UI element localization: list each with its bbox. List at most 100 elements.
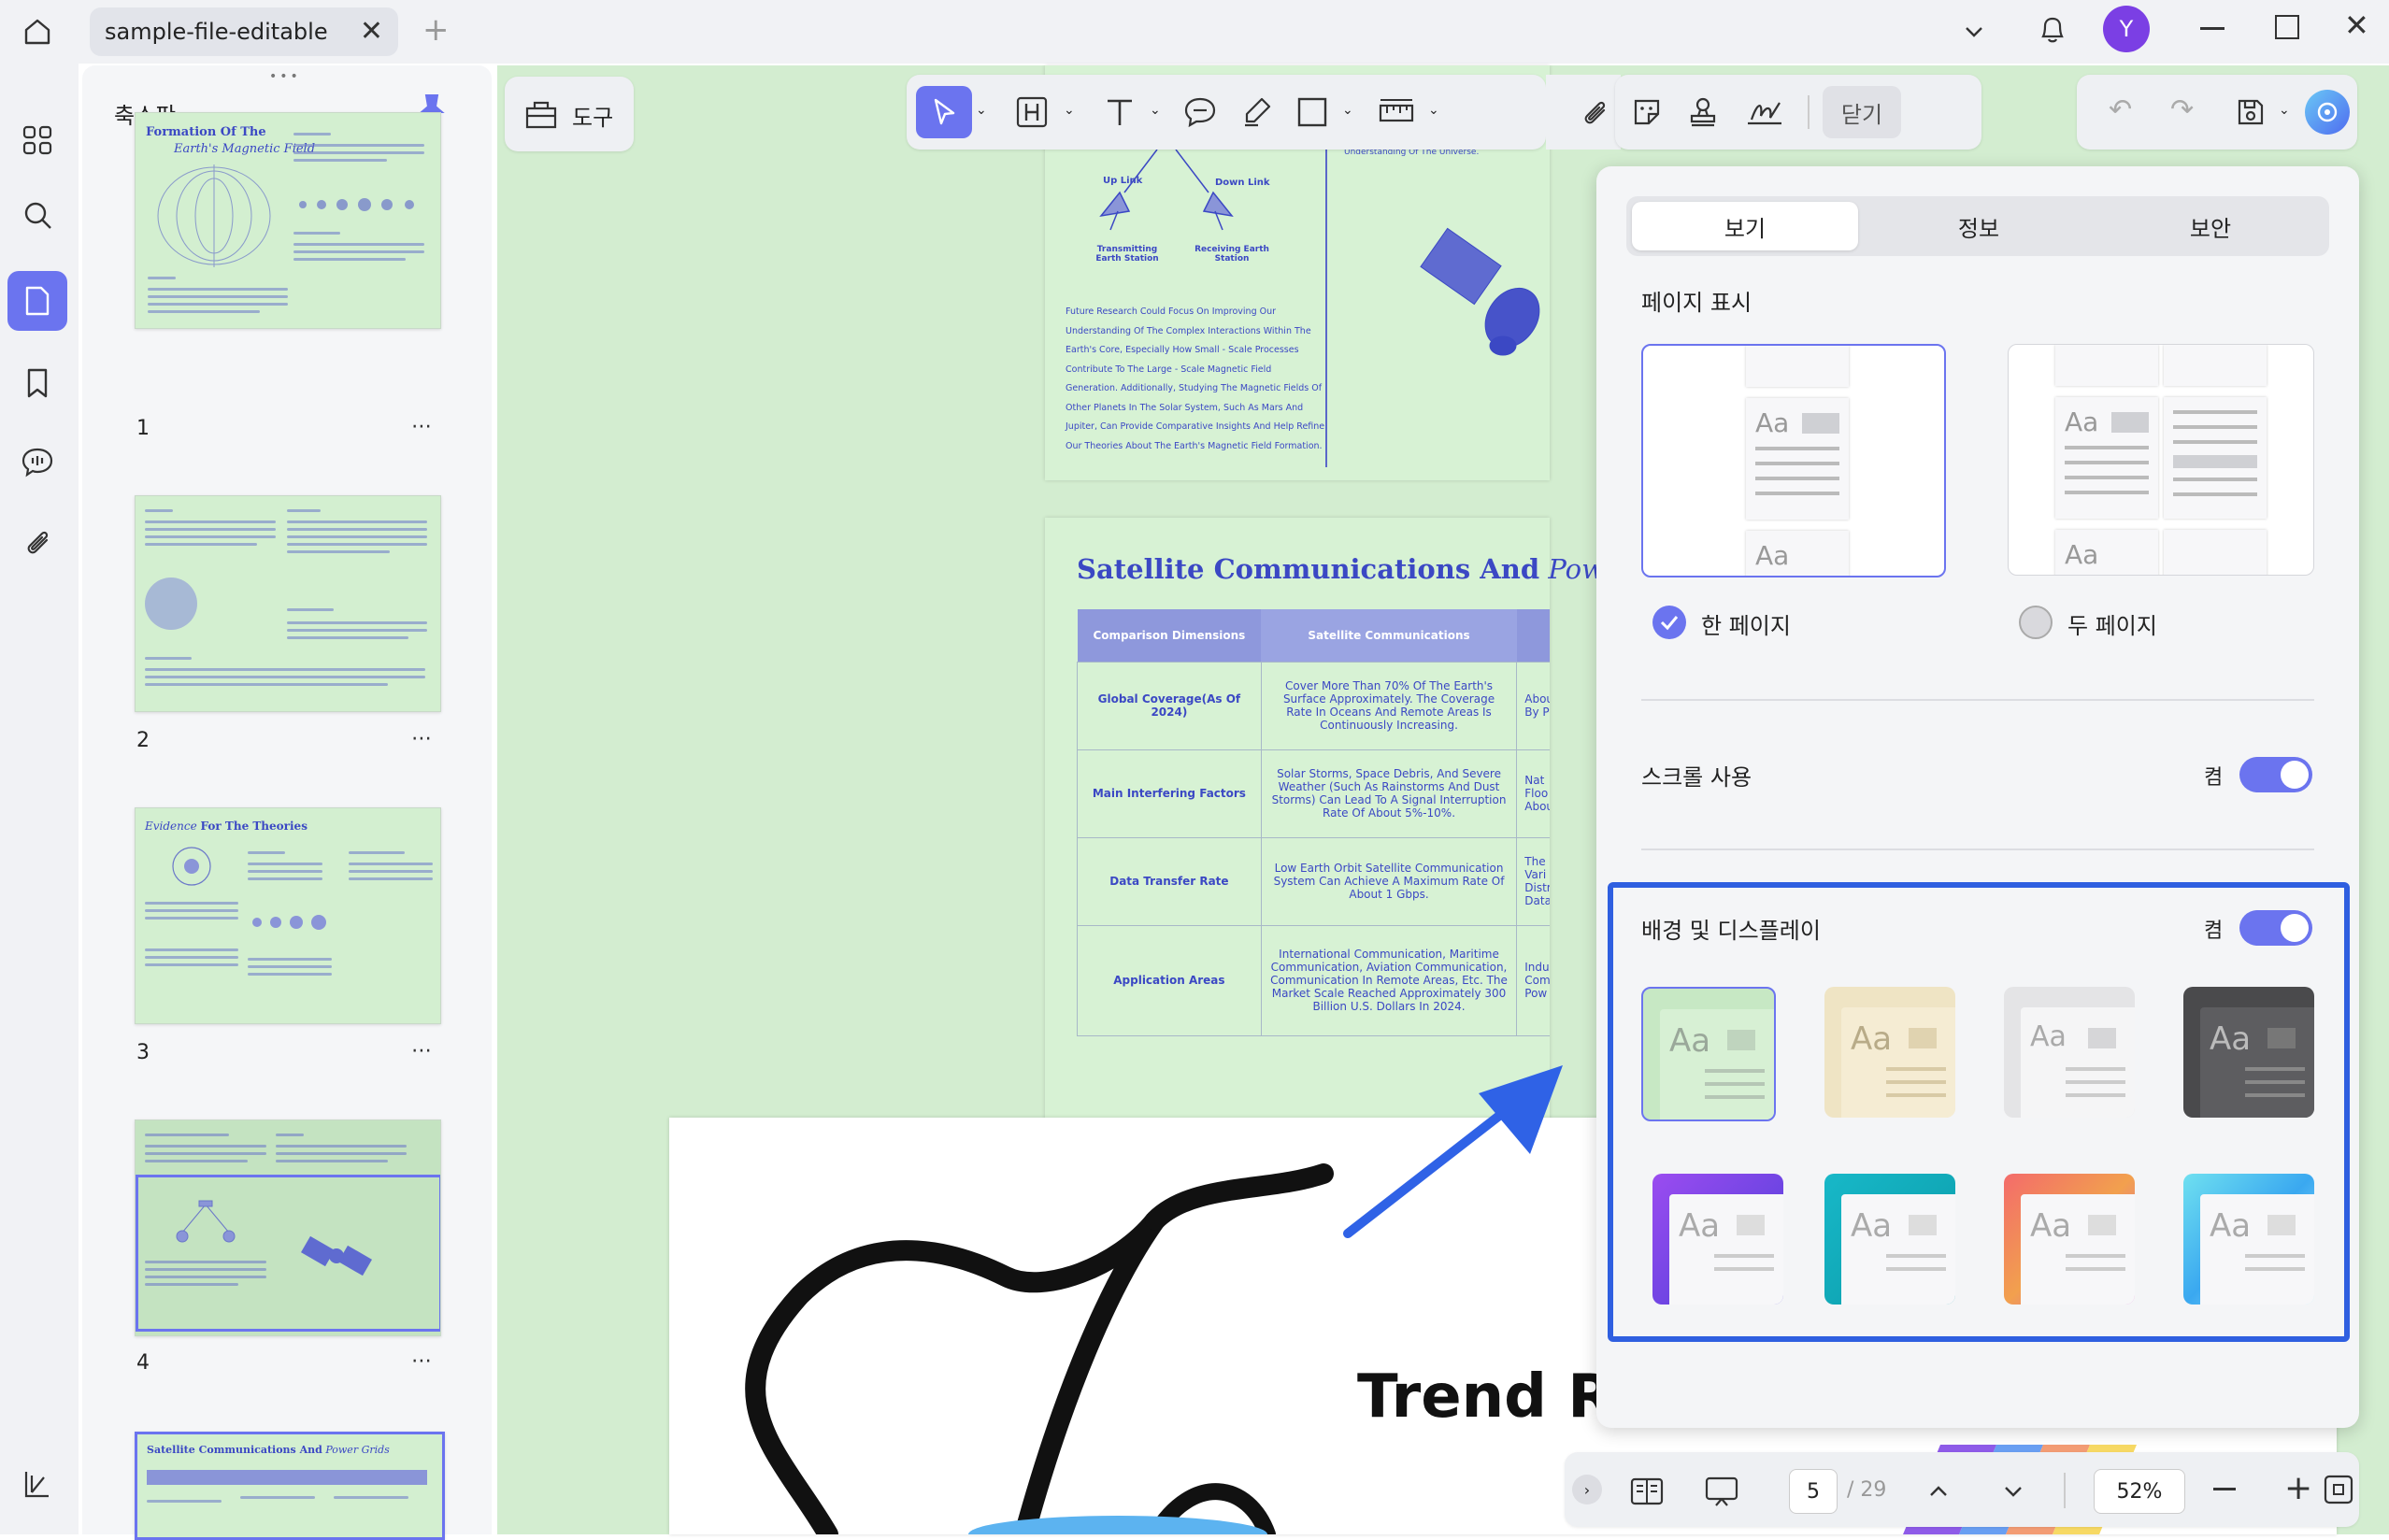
library-icon[interactable] — [7, 1454, 67, 1514]
thumbnail-number: 3 — [136, 1041, 150, 1064]
chevron-down-icon[interactable]: ⌄ — [976, 103, 987, 118]
single-page-radio[interactable] — [1652, 606, 1686, 639]
background-state: 켬 — [2204, 920, 2224, 943]
chevron-down-icon[interactable] — [1955, 13, 1993, 50]
chevron-down-icon[interactable]: ⌄ — [1150, 103, 1161, 118]
rectangle-tool-icon[interactable] — [1290, 90, 1335, 135]
signature-icon[interactable] — [1740, 90, 1789, 135]
ai-assistant-icon[interactable] — [2305, 90, 2350, 135]
text-tool-icon[interactable] — [1097, 90, 1142, 135]
save-icon[interactable] — [2230, 92, 2271, 133]
theme-sample: Aa — [1851, 1020, 1893, 1058]
paperclip-icon[interactable] — [1572, 90, 1617, 135]
satellite-link-diagram — [1099, 136, 1234, 231]
search-icon[interactable] — [7, 185, 67, 245]
chevron-down-icon[interactable]: ⌄ — [1428, 103, 1439, 118]
comment-icon[interactable] — [7, 432, 67, 492]
table-cell: International Communication, Maritime Co… — [1260, 924, 1518, 1036]
redo-icon[interactable]: ↷ — [2170, 93, 2194, 126]
home-icon[interactable] — [13, 7, 62, 56]
chevron-right-icon[interactable]: › — [1572, 1475, 1602, 1504]
close-toolbar-button[interactable]: 닫기 — [1823, 86, 1901, 138]
page-display-title: 페이지 표시 — [1641, 290, 1752, 316]
maximize-icon[interactable] — [2275, 15, 2299, 39]
zoom-input[interactable]: 52% — [2094, 1469, 2185, 1514]
heading-tool-icon[interactable] — [1009, 90, 1054, 135]
theme-purple[interactable]: Aa — [1652, 1174, 1783, 1305]
theme-dark[interactable]: Aa — [2183, 987, 2314, 1118]
thumbnail-page-4[interactable] — [135, 1119, 441, 1336]
tools-button[interactable]: 도구 — [505, 77, 634, 151]
thumbnail-heading-italic: Power Grids — [325, 1444, 390, 1456]
tab-title: sample-file-editable — [105, 19, 328, 45]
tab-info[interactable]: 정보 — [1866, 202, 2092, 250]
tab-security[interactable]: 보안 — [2097, 202, 2324, 250]
two-page-radio[interactable] — [2019, 606, 2053, 639]
measure-tool-icon[interactable] — [1374, 90, 1419, 135]
theme-sample: Aa — [1851, 1207, 1893, 1245]
scroll-label: 스크롤 사용 — [1641, 764, 1752, 791]
table-row: Application Areas International Communic… — [1077, 924, 1550, 1036]
undo-icon[interactable]: ↶ — [2109, 93, 2132, 126]
title-bar: sample-file-editable ✕ + Y ✕ — [0, 0, 2389, 64]
new-tab-icon[interactable]: + — [422, 11, 450, 49]
select-tool-icon[interactable] — [916, 86, 972, 138]
thumbnail-more-icon[interactable]: ⋯ — [411, 1039, 434, 1062]
thumbnail-more-icon[interactable]: ⋯ — [411, 1349, 434, 1373]
chevron-down-icon[interactable]: ⌄ — [2279, 103, 2290, 118]
chevron-up-icon[interactable] — [1918, 1471, 1959, 1512]
table-row: Data Transfer Rate Low Earth Orbit Satel… — [1077, 836, 1550, 926]
two-page-label: 두 페이지 — [2067, 613, 2157, 639]
apps-icon[interactable] — [7, 110, 67, 170]
chevron-down-icon[interactable]: ⌄ — [1342, 103, 1353, 118]
theme-teal[interactable]: Aa — [1824, 1174, 1955, 1305]
page4-body-text: Future Research Could Focus On Improving… — [1066, 307, 1325, 451]
thumbnail-number: 2 — [136, 729, 150, 752]
scroll-toggle[interactable] — [2239, 757, 2312, 792]
single-page-option[interactable]: Aa Aa — [1641, 344, 1946, 578]
bell-icon[interactable] — [2032, 9, 2073, 50]
table-cell: Solar Storms, Space Debris, And Severe W… — [1260, 749, 1518, 838]
theme-light-gray[interactable]: Aa — [2004, 987, 2135, 1118]
stamp-icon[interactable] — [1681, 90, 1725, 135]
attachment-icon[interactable] — [7, 512, 67, 572]
table-cell: The I Vari Distrib Data — [1516, 836, 1550, 926]
drag-handle[interactable]: ••• — [269, 69, 301, 84]
thumbnail-heading-italic: Evidence — [145, 820, 197, 833]
theme-sky[interactable]: Aa — [2183, 1174, 2314, 1305]
zoom-out-icon[interactable] — [2213, 1488, 2236, 1490]
document-tab[interactable]: sample-file-editable ✕ — [90, 7, 398, 56]
table-cell: Low Earth Orbit Satellite Communication … — [1260, 836, 1518, 926]
background-toggle[interactable] — [2239, 910, 2312, 946]
theme-green[interactable]: Aa — [1641, 987, 1776, 1121]
theme-sample: Aa — [1679, 1207, 1721, 1245]
sticker-icon[interactable] — [1624, 90, 1669, 135]
fit-page-icon[interactable] — [2320, 1471, 2357, 1508]
thumbnail-1-content: Formation Of The Earth's Magnetic Field — [135, 112, 439, 327]
minimize-icon[interactable] — [2200, 27, 2224, 30]
highlighter-icon[interactable] — [1234, 90, 1279, 135]
zoom-in-icon[interactable]: + — [2284, 1469, 2312, 1507]
tab-view[interactable]: 보기 — [1632, 202, 1858, 250]
section-divider — [1641, 699, 2314, 701]
theme-beige[interactable]: Aa — [1824, 987, 1955, 1118]
thumbnails-icon[interactable] — [7, 271, 67, 331]
theme-sunset[interactable]: Aa — [2004, 1174, 2135, 1305]
close-tab-icon[interactable]: ✕ — [360, 15, 383, 48]
presentation-icon[interactable] — [1701, 1471, 1742, 1512]
bookmark-icon[interactable] — [7, 353, 67, 413]
two-page-option[interactable]: Aa Aa — [2008, 344, 2314, 576]
page-layout-icon[interactable] — [1626, 1471, 1667, 1512]
current-page-input[interactable]: 5 — [1789, 1469, 1838, 1514]
thumbnail-page-5[interactable]: Satellite Communications And Power Grids — [135, 1432, 445, 1540]
chevron-down-icon[interactable]: ⌄ — [1064, 103, 1075, 118]
close-window-icon[interactable]: ✕ — [2344, 7, 2369, 43]
toolbox-icon — [525, 101, 557, 129]
thumbnail-page-2[interactable] — [135, 495, 441, 712]
thumbnail-page-3[interactable]: Evidence For The Theories — [135, 807, 441, 1024]
avatar[interactable]: Y — [2103, 6, 2150, 52]
comment-tool-icon[interactable] — [1178, 90, 1223, 135]
thumbnail-more-icon[interactable]: ⋯ — [411, 415, 434, 438]
thumbnail-more-icon[interactable]: ⋯ — [411, 727, 434, 750]
chevron-down-icon[interactable] — [1993, 1471, 2034, 1512]
